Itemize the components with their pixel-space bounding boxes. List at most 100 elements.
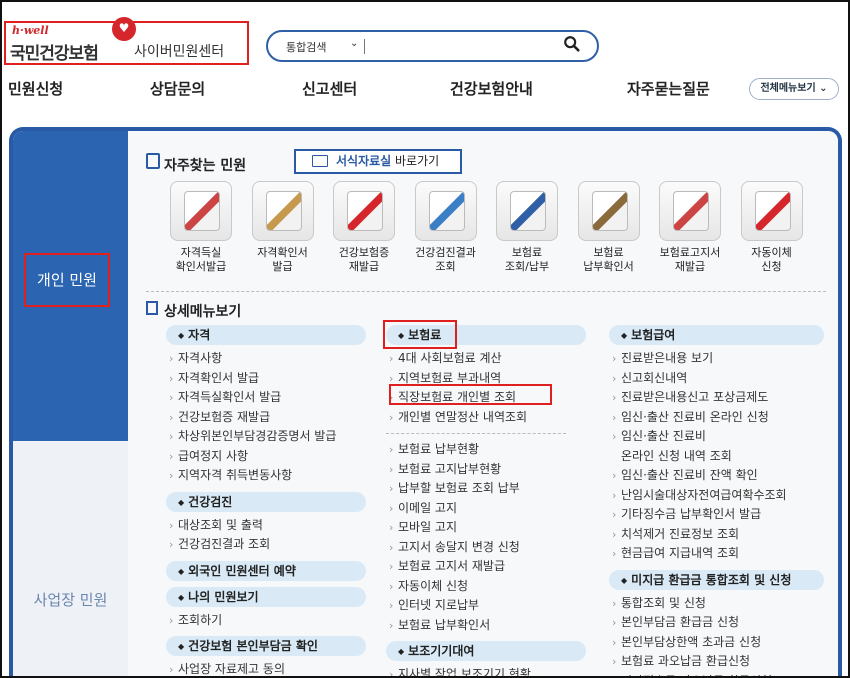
menu-link[interactable]: 건강검진결과 조회 [166,535,366,555]
nav-faq[interactable]: 자주묻는질문 [627,78,710,99]
menu-link[interactable]: 난임시술대상자전여급여확수조회 [609,486,824,506]
folder-icon [312,155,328,167]
document-icon [251,181,314,241]
menu-link[interactable]: 대상조회 및 출력 [166,516,366,536]
menu-link[interactable]: 본인부담상한액 초과금 신청 [609,633,824,653]
section-divider [146,291,826,292]
nav-consult[interactable]: 상담문의 [150,78,205,99]
category-header[interactable]: 보험급여 [609,325,824,345]
logo-hwell: h·well [12,24,49,37]
book-icon [146,153,160,169]
menu-link[interactable]: 건강보험증 재발급 [166,408,366,428]
quick-item[interactable]: 자격득실 확인서발급 [166,181,236,274]
menu-link[interactable]: 보험료 납부확인서 [386,616,586,636]
menu-link[interactable]: 보험료 납부현황 [386,440,586,460]
menu-column-1: 자격자격사항자격확인서 발급자격득실확인서 발급건강보험증 재발급차상위본인부담… [166,325,366,676]
menu-link[interactable]: 임신·출산 진료비 온라인 신청 [609,408,824,428]
menu-link[interactable]: 4대 사회보험료 계산 [386,349,586,369]
quick-item-label: 자동이체 신청 [751,246,792,273]
quick-item[interactable]: 자동이체 신청 [737,181,807,274]
bill-icon [659,181,721,241]
sidebar-business-label: 사업장 민원 [33,591,108,609]
category-header[interactable]: 자격 [166,325,366,345]
nav-civil-request[interactable]: 민원신청 [8,78,63,99]
menu-link[interactable]: 보험료 고지납부현황 [386,460,586,480]
form-library-button[interactable]: 서식자료실 바로가기 [294,149,462,174]
menu-link[interactable]: 진료받은내용 보기 [609,349,824,369]
category-header[interactable]: 보조기기대여 [386,641,586,661]
quick-menu: 자격득실 확인서발급 자격확인서 발급 건강보험증 재발급 건강검진결과 조회 보험료 … [166,181,806,281]
menu-link[interactable]: 진료받은내용신고 포상금제도 [609,388,824,408]
quick-item[interactable]: 건강보험증 재발급 [329,181,399,274]
all-menu-label: 전체메뉴보기 [760,83,816,94]
menu-link[interactable]: 이메일 고지 [386,499,586,519]
search-icon[interactable] [563,35,585,57]
menu-link[interactable]: 자동이체 신청 [386,577,586,597]
category-header[interactable]: 건강보험 본인부담금 확인 [166,636,366,656]
nav-report-center[interactable]: 신고센터 [302,78,357,99]
auto-transfer-icon [740,181,803,241]
menu-link[interactable]: 고지서 송달지 변경 신청 [386,538,586,558]
quick-item-label: 건강보험증 재발급 [338,246,390,273]
quick-item[interactable]: 건강검진결과 조회 [411,181,481,274]
menu-link[interactable]: 기타징수금 과오납금 환급신청 [609,672,824,677]
main-content: 자주찾는 민원 서식자료실 바로가기 자격득실 확인서발급 자격확인서 발급 건강보… [128,131,838,677]
search-scope-select[interactable]: 통합검색 [286,39,326,55]
sidebar-personal-label: 개인 민원 [37,271,97,289]
content-panel: 개인 민원 사업장 민원 자주찾는 민원 서식자료실 바로가기 자격득실 확인서… [9,127,842,677]
search-input[interactable] [372,36,557,56]
menu-link[interactable]: 자격사항 [166,349,366,369]
menu-link[interactable]: 차상위본인부담경감증명서 발급 [166,427,366,447]
quick-item[interactable]: 보험료 납부확인서 [574,181,644,274]
details-title: 상세메뉴보기 [164,304,242,320]
menu-link[interactable]: 현금급여 지급내역 조회 [609,544,824,564]
payment-chart-icon [496,181,558,241]
quick-item-label: 건강검진결과 조회 [415,246,476,273]
menu-link[interactable]: 자격득실확인서 발급 [166,388,366,408]
form-library-highlight: 서식자료실 [336,154,392,168]
menu-link[interactable]: 지사별 작업 보조기기 현황 [386,665,586,676]
menu-link[interactable]: 통합조회 및 신청 [609,594,824,614]
menu-link[interactable]: 임신·출산 진료비 잔액 확인 [609,466,824,486]
quick-item[interactable]: 자격확인서 발급 [248,181,318,274]
search-bar: 통합검색 ⌄ [266,30,599,62]
chevron-down-icon[interactable]: ⌄ [350,38,358,49]
menu-link[interactable]: 임신·출산 진료비 온라인 신청 내역 조회 [609,427,824,466]
menu-link[interactable]: 기타징수금 납부확인서 발급 [609,505,824,525]
highlight-box [389,384,552,405]
menu-link[interactable]: 신고회신내역 [609,369,824,389]
highlight-box: 개인 민원 [24,253,110,307]
document-list-icon [146,301,158,315]
menu-link[interactable]: 개인별 연말정산 내역조회 [386,408,586,428]
form-library-rest: 바로가기 [391,154,440,168]
all-menu-button[interactable]: 전체메뉴보기 ⌄ [749,78,839,100]
category-header[interactable]: 건강검진 [166,491,366,512]
menu-link[interactable]: 조회하기 [166,611,366,631]
sidebar-tab-personal[interactable]: 개인 민원 [13,131,128,441]
menu-link[interactable]: 납부할 보험료 조회 납부 [386,479,586,499]
menu-link[interactable]: 인터넷 지로납부 [386,596,586,616]
menu-link[interactable]: 치석제거 진료정보 조회 [609,525,824,545]
category-header[interactable]: 미지급 환급금 통합조회 및 신청 [609,569,824,590]
menu-column-3: 보험급여진료받은내용 보기신고회신내역진료받은내용신고 포상금제도임신·출산 진… [609,325,824,677]
category-header[interactable]: 외국인 민원센터 예약 [166,560,366,581]
category-header[interactable]: 나의 민원보기 [166,586,366,607]
sidebar-tab-business[interactable] [13,441,128,676]
menu-link[interactable]: 지역자격 취득변동사항 [166,466,366,486]
quick-item[interactable]: 보험료 조회/납부 [492,181,562,274]
quick-item[interactable]: 보험료고지서 재발급 [655,181,725,274]
logo-name: 국민건강보험 [10,44,99,64]
menu-link[interactable]: 보험료 과오납금 환급신청 [609,652,824,672]
menu-link[interactable]: 모바일 고지 [386,518,586,538]
menu-divider [386,433,566,434]
menu-link[interactable]: 급여정지 사항 [166,447,366,467]
menu-link[interactable]: 보험료 고지서 재발급 [386,557,586,577]
nav-insurance-guide[interactable]: 건강보험안내 [450,78,533,99]
menu-link[interactable]: 사업장 자료제고 동의 [166,660,366,676]
glasses-document-icon [577,181,640,241]
quick-item-label: 자격득실 확인서발급 [175,246,227,273]
menu-link[interactable]: 자격확인서 발급 [166,369,366,389]
site-logo[interactable]: h·well ♥ 국민건강보험 사이버민원센터 [4,17,249,65]
logo-subtitle: 사이버민원센터 [134,44,225,60]
menu-link[interactable]: 본인부담금 환급금 신청 [609,613,824,633]
